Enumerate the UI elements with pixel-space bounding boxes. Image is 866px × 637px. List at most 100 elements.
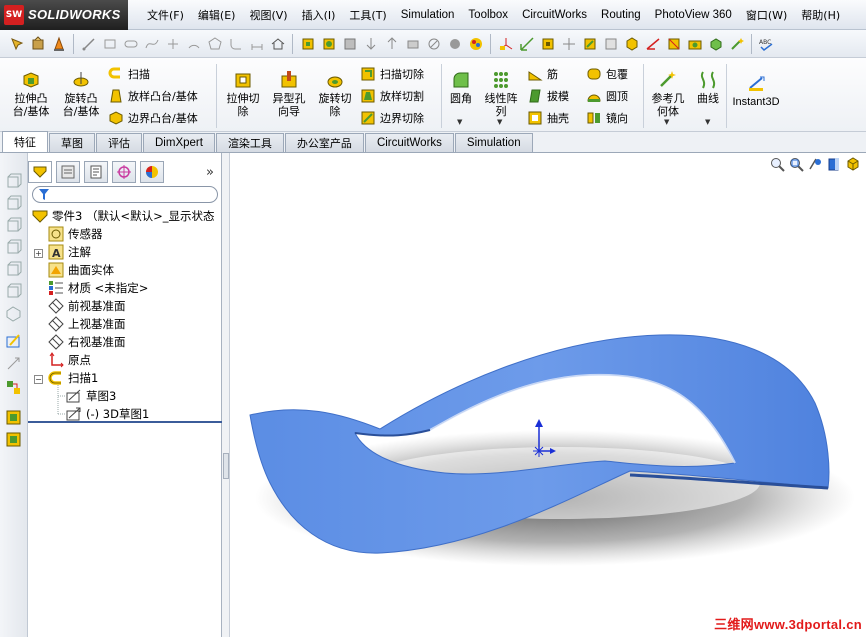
curve-icon[interactable] xyxy=(644,35,661,52)
photoview-icon[interactable] xyxy=(686,35,703,52)
tree-item-front-plane[interactable]: 前视基准面 xyxy=(48,297,126,315)
boundary-icon[interactable] xyxy=(665,35,682,52)
view-back-icon[interactable] xyxy=(5,195,22,212)
yellow-box-icon[interactable] xyxy=(623,35,640,52)
rib-button[interactable]: 筋 xyxy=(527,66,558,82)
sketch-spline-icon[interactable] xyxy=(143,35,160,52)
sketch-arc-icon[interactable] xyxy=(185,35,202,52)
sketch-fillet-icon[interactable] xyxy=(227,35,244,52)
cube-outline-icon[interactable] xyxy=(602,35,619,52)
linear-pattern-button[interactable]: 线性阵列 xyxy=(480,70,522,118)
reference-point-icon[interactable] xyxy=(560,35,577,52)
menu-item-10[interactable]: 窗口(W) xyxy=(739,7,794,23)
rebuild-icon[interactable] xyxy=(29,35,46,52)
sketch-slot-icon[interactable] xyxy=(122,35,139,52)
boundary-cut-button[interactable]: 边界切除 xyxy=(360,110,424,126)
panel-splitter[interactable] xyxy=(222,153,230,637)
home-view-icon[interactable] xyxy=(269,35,286,52)
more-tabs-icon[interactable]: » xyxy=(206,165,214,180)
tab-0[interactable]: 特征 xyxy=(2,131,48,152)
smart-dimension-icon[interactable] xyxy=(518,35,535,52)
dimxpert-tab[interactable] xyxy=(112,161,136,183)
collapse-sweep1[interactable]: − xyxy=(34,375,43,384)
tree-item-sketch3[interactable]: 草图3 xyxy=(66,387,116,405)
tab-4[interactable]: 渲染工具 xyxy=(215,133,284,152)
smart-dim-side-icon[interactable] xyxy=(5,355,22,372)
split-icon[interactable] xyxy=(383,35,400,52)
wrap-button[interactable]: 包覆 xyxy=(586,66,628,82)
view-isometric-icon[interactable] xyxy=(5,305,22,322)
boundary-boss-button[interactable]: 边界凸台/基体 xyxy=(108,110,198,126)
relations-icon[interactable] xyxy=(5,379,22,396)
view-top-icon[interactable] xyxy=(5,261,22,278)
revolve-boss-button[interactable]: 旋转凸 台/基体 xyxy=(58,70,104,118)
view-right-icon[interactable] xyxy=(5,239,22,256)
instant3d-button[interactable]: Instant3D xyxy=(728,74,784,109)
sketch-polygon-icon[interactable] xyxy=(206,35,223,52)
menu-item-2[interactable]: 视图(V) xyxy=(242,7,294,23)
lofted-cut-button[interactable]: 放样切割 xyxy=(360,88,424,104)
menu-item-11[interactable]: 帮助(H) xyxy=(794,7,847,23)
view-left-icon[interactable] xyxy=(5,217,22,234)
dimension-icon[interactable] xyxy=(248,35,265,52)
tab-7[interactable]: Simulation xyxy=(454,133,533,152)
feature-side-icon[interactable] xyxy=(5,409,22,426)
view-front-icon[interactable] xyxy=(5,173,22,190)
pattern-dropdown-icon[interactable]: ▼ xyxy=(497,118,502,126)
tab-1[interactable]: 草图 xyxy=(49,133,95,152)
menu-item-8[interactable]: Routing xyxy=(594,9,648,21)
graphics-viewport[interactable]: 三维网www.3dportal.cn xyxy=(230,153,866,637)
shell-button[interactable]: 抽壳 xyxy=(527,110,569,126)
loft-boss-button[interactable]: 放样凸台/基体 xyxy=(108,88,198,104)
sketch-tool-icon[interactable] xyxy=(5,333,22,350)
tree-item-material[interactable]: 材质 <未指定> xyxy=(48,279,148,297)
splitter-handle[interactable] xyxy=(223,453,229,479)
mirror-button[interactable]: 镜向 xyxy=(586,110,628,126)
fillet-dropdown-icon[interactable]: ▼ xyxy=(457,118,462,126)
appearance-icon[interactable] xyxy=(446,35,463,52)
curves-button[interactable]: 曲线 xyxy=(692,70,724,105)
tab-2[interactable]: 评估 xyxy=(96,133,142,152)
feature-yellow-icon[interactable] xyxy=(539,35,556,52)
curves-dropdown-icon[interactable]: ▼ xyxy=(705,118,710,126)
menu-item-5[interactable]: Simulation xyxy=(394,9,462,21)
traffic-cone-icon[interactable] xyxy=(50,35,67,52)
revolve-cut-button[interactable]: 旋转切除 xyxy=(312,70,358,118)
menu-item-3[interactable]: 插入(I) xyxy=(295,7,343,23)
tree-filter-input[interactable] xyxy=(32,186,218,203)
instant3d-icon[interactable] xyxy=(581,35,598,52)
extrude-boss-icon[interactable] xyxy=(299,35,316,52)
menu-item-7[interactable]: CircuitWorks xyxy=(515,9,594,21)
featuremanager-tab[interactable] xyxy=(28,161,52,183)
spell-check-icon[interactable]: ABC xyxy=(758,35,775,52)
tab-3[interactable]: DimXpert xyxy=(143,133,215,152)
intersect-icon[interactable] xyxy=(404,35,421,52)
tree-item-annotations[interactable]: A 注解 xyxy=(48,243,91,261)
revolve-boss-icon[interactable] xyxy=(320,35,337,52)
tree-item-sensors[interactable]: 传感器 xyxy=(48,225,103,243)
sketch-point-icon[interactable] xyxy=(164,35,181,52)
color-palette-icon[interactable] xyxy=(467,35,484,52)
sweep-body-model[interactable] xyxy=(230,153,866,637)
tree-item-surface-bodies[interactable]: 曲面实体 xyxy=(48,261,114,279)
extrude-cut-button[interactable]: 拉伸切除 xyxy=(220,70,266,118)
propertymanager-tab[interactable] xyxy=(56,161,80,183)
feature-side-icon-2[interactable] xyxy=(5,431,22,448)
hole-wizard-button[interactable]: 异型孔 向导 xyxy=(266,70,312,118)
fillet-button[interactable]: 圆角 xyxy=(444,70,478,105)
sketch-rectangle-icon[interactable] xyxy=(101,35,118,52)
tree-item-origin[interactable]: 原点 xyxy=(48,351,91,369)
sketch-line-icon[interactable] xyxy=(80,35,97,52)
menu-item-4[interactable]: 工具(T) xyxy=(342,7,393,23)
tab-6[interactable]: CircuitWorks xyxy=(364,133,454,152)
solidworks-logo[interactable]: SW SOLIDWORKS xyxy=(0,0,128,30)
menu-item-1[interactable]: 编辑(E) xyxy=(191,7,243,23)
configurationmanager-tab[interactable] xyxy=(84,161,108,183)
delete-body-icon[interactable] xyxy=(425,35,442,52)
reference-geometry-button[interactable]: 参考几 何体 xyxy=(646,70,690,118)
reference-geometry-dropdown-icon[interactable]: ▼ xyxy=(664,118,669,126)
menu-item-6[interactable]: Toolbox xyxy=(461,9,515,21)
extrude-boss-button[interactable]: 拉伸凸 台/基体 xyxy=(8,70,54,118)
tree-item-top-plane[interactable]: 上视基准面 xyxy=(48,315,126,333)
dome-button[interactable]: 圆顶 xyxy=(586,88,628,104)
